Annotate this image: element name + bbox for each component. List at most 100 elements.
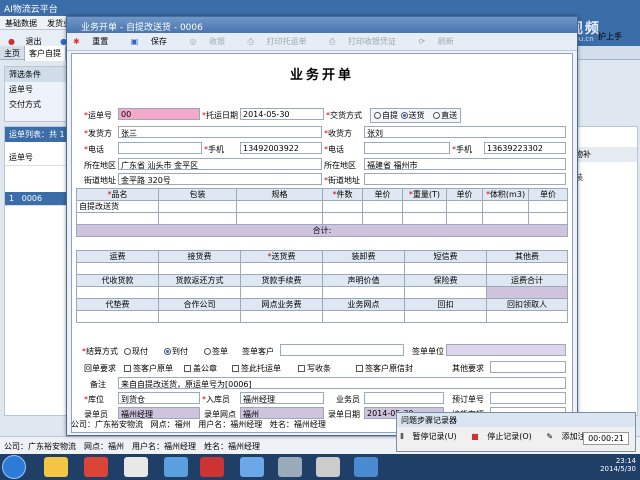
fee-cell[interactable] (158, 310, 241, 323)
fee-cell[interactable] (240, 286, 323, 299)
fee-cell[interactable] (76, 262, 159, 275)
stop-record-button[interactable]: ■ 停止记录(O) (471, 432, 538, 441)
store-select[interactable]: 到货仓 (118, 392, 200, 404)
save-button[interactable]: ▣ 保存 (131, 36, 177, 47)
pay-delivery-radio[interactable]: 送货 (400, 111, 425, 120)
fee-cell[interactable] (404, 286, 487, 299)
sign-unit-input[interactable] (446, 344, 566, 356)
remark-input[interactable]: 来自自提改送货，原运单号为[0006] (118, 377, 566, 389)
date-input[interactable]: 2014-05-30 (240, 108, 324, 120)
receiver-input[interactable]: 张刘 (364, 126, 566, 138)
goods-cell[interactable] (482, 212, 529, 225)
fee-cod-fee: 货款手续费 (240, 274, 323, 287)
menu-basic-data[interactable]: 基础数据 (0, 16, 42, 31)
app6-icon[interactable] (354, 457, 378, 477)
goods-total: 合计: (76, 224, 568, 237)
print-waybill-button[interactable]: ⎙ 打印托运单 (248, 36, 317, 47)
return-orig-check[interactable]: 签客户原单 (124, 363, 173, 374)
sender-mobile-input[interactable]: 13492003922 (240, 142, 322, 154)
sender-addr-label: 街道地址 (84, 176, 116, 185)
goods-cell[interactable] (528, 212, 568, 225)
list-item[interactable]: 1 0006 (5, 192, 69, 206)
sender-area-select[interactable]: 广东省 汕头市 金平区 (118, 158, 322, 170)
entry-select[interactable]: 福州经理 (240, 392, 324, 404)
reset-button[interactable]: ✱ 重置 (73, 36, 118, 47)
chrome-icon[interactable] (84, 457, 108, 477)
goods-cell[interactable] (236, 200, 323, 213)
sender-addr-input[interactable]: 金平路 320号 (118, 173, 322, 185)
return-seal-check[interactable]: 盖公章 (184, 363, 217, 374)
goods-cell[interactable] (446, 200, 483, 213)
other-req-input[interactable] (490, 361, 566, 373)
settle-sign-radio[interactable]: 签单 (204, 346, 228, 357)
goods-cell[interactable] (76, 212, 159, 225)
goods-cell[interactable] (482, 200, 529, 213)
fee-cell[interactable] (486, 262, 568, 275)
tab-customer-pickup[interactable]: 客户自提 (25, 46, 66, 61)
waybill-input[interactable]: 00 (118, 108, 200, 120)
fee-cell[interactable] (322, 310, 405, 323)
return-envelope-check[interactable]: 签客户原信封 (356, 363, 413, 374)
goods-cell[interactable] (362, 212, 403, 225)
document-icon[interactable] (124, 457, 148, 477)
goods-cell[interactable] (322, 212, 363, 225)
goods-cell[interactable] (236, 212, 323, 225)
goods-cell[interactable] (158, 200, 237, 213)
return-waybill-check[interactable]: 签此托运单 (232, 363, 281, 374)
receiver-area-select[interactable]: 福建省 福州市 (364, 158, 566, 170)
fee-cell[interactable] (76, 310, 159, 323)
fee-cell[interactable] (240, 262, 323, 275)
receiver-phone-input[interactable] (364, 142, 450, 154)
fee-cell[interactable] (240, 310, 323, 323)
fee-cell[interactable] (404, 310, 487, 323)
sales-select[interactable] (364, 392, 444, 404)
folder-icon[interactable] (44, 457, 68, 477)
app-icon[interactable] (164, 457, 188, 477)
print-receipt-button[interactable]: ⎙ 打印收银凭证 (329, 36, 406, 47)
return-receipt-check[interactable]: 写收条 (298, 363, 331, 374)
fee-cell[interactable] (322, 262, 405, 275)
app5-icon[interactable] (316, 457, 340, 477)
fee-rebate-receiver: 回扣领取人 (486, 298, 568, 311)
goods-cell[interactable] (528, 200, 568, 213)
app4-icon[interactable] (278, 457, 302, 477)
sign-customer-input[interactable] (280, 344, 404, 356)
fee-cell[interactable] (322, 286, 405, 299)
fee-cell[interactable] (76, 286, 159, 299)
pre-order-input[interactable] (490, 392, 566, 404)
goods-cell[interactable] (402, 212, 447, 225)
sender-input[interactable]: 张三 (118, 126, 322, 138)
help-button[interactable]: 护上手 (598, 31, 622, 42)
pause-record-button[interactable]: Ⅱ 暂停记录(U) (400, 432, 463, 441)
pre-order-label: 预订单号 (452, 395, 484, 404)
pay-pickup-radio[interactable]: 自提 (374, 111, 398, 120)
goods-cell[interactable]: 自提改送货 (76, 200, 159, 213)
receiver-addr-input[interactable] (364, 173, 566, 185)
goods-cell[interactable] (158, 212, 237, 225)
footer-user: 用户名：福州经理 (198, 420, 263, 429)
tab-home[interactable]: 主页 (0, 46, 25, 61)
filter-waybill-label: 运单号 (9, 85, 33, 94)
fee-cell[interactable] (486, 310, 568, 323)
goods-cell[interactable] (362, 200, 403, 213)
fee-cell[interactable] (404, 262, 487, 275)
start-button[interactable] (2, 455, 26, 479)
recorder-timer: 00:00:21 (583, 432, 629, 445)
receiver-mobile-input[interactable]: 13639223302 (484, 142, 566, 154)
cashier-button[interactable]: ◎ 收银 (189, 36, 235, 47)
goods-cell[interactable] (402, 200, 447, 213)
goods-cell[interactable] (446, 212, 483, 225)
goods-cell[interactable] (322, 200, 363, 213)
settle-collect-radio[interactable]: 到付 (164, 346, 188, 357)
fee-cell[interactable] (158, 286, 241, 299)
settle-cash-radio[interactable]: 现付 (124, 346, 148, 357)
fee-cell[interactable] (158, 262, 241, 275)
goods-col-qty: *件数 (322, 188, 363, 201)
footer-site: 网点：福州 (150, 420, 191, 429)
app2-icon[interactable] (200, 457, 224, 477)
app3-icon[interactable] (240, 457, 264, 477)
pay-direct-radio[interactable]: 直送 (433, 111, 457, 120)
cashier-label: 收银 (208, 37, 225, 46)
refresh-button[interactable]: ⟳ 刷新 (419, 36, 464, 47)
sender-phone-input[interactable] (118, 142, 202, 154)
